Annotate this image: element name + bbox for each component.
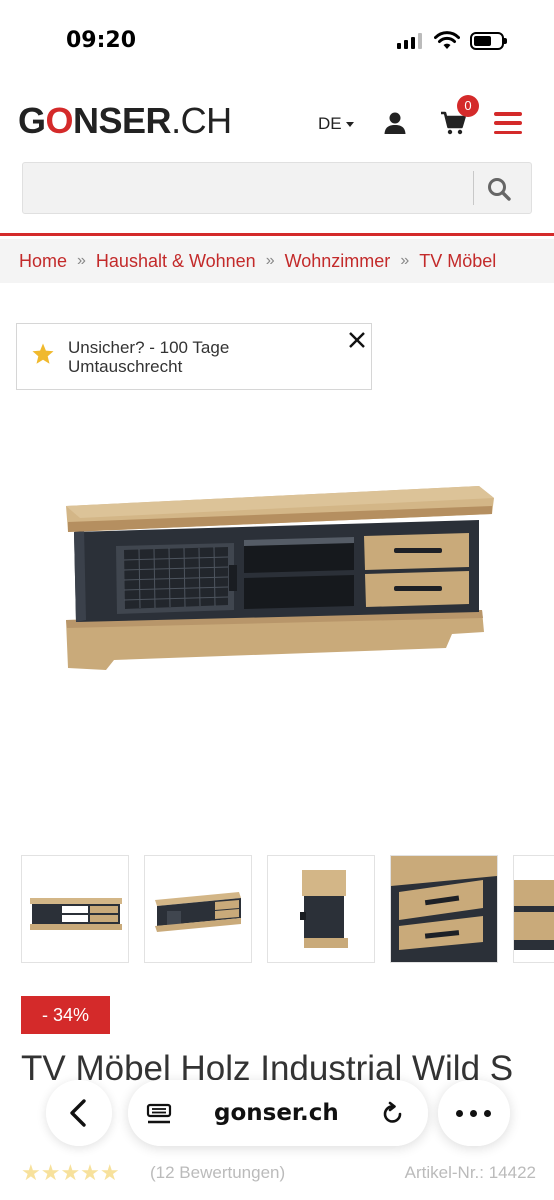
thumbnail-5[interactable] <box>513 855 554 963</box>
back-button[interactable] <box>46 1080 112 1146</box>
breadcrumb-separator: » <box>265 252 275 269</box>
article-number: Artikel-Nr.: 14422 <box>404 1163 536 1182</box>
thumbnail-2[interactable] <box>144 855 252 963</box>
breadcrumb-item-tv-moebel[interactable]: TV Möbel <box>419 251 496 272</box>
breadcrumb-item-wohnzimmer[interactable]: Wohnzimmer <box>285 251 391 272</box>
address-bar[interactable]: gonser.ch <box>128 1080 428 1146</box>
reload-icon[interactable] <box>380 1101 406 1127</box>
chevron-left-icon <box>70 1099 86 1127</box>
close-icon[interactable] <box>347 330 367 350</box>
site-header: GONSER.CH DE 0 <box>0 84 554 236</box>
logo-o: O <box>45 100 74 141</box>
search-divider <box>473 171 474 205</box>
caret-down-icon <box>345 121 354 127</box>
thumbnail-strip <box>21 855 554 963</box>
breadcrumb: Home » Haushalt & Wohnen » Wohnzimmer » … <box>0 239 554 283</box>
more-options-button[interactable] <box>438 1080 510 1146</box>
return-policy-notice: Unsicher? - 100 Tage Umtauschrecht <box>16 323 372 390</box>
site-logo[interactable]: GONSER.CH <box>18 100 232 142</box>
logo-tld: .CH <box>171 100 232 141</box>
user-icon[interactable] <box>383 111 407 135</box>
battery-icon <box>470 32 507 50</box>
search-input[interactable] <box>23 163 473 213</box>
url-text: gonser.ch <box>214 1100 339 1126</box>
language-label: DE <box>318 114 342 133</box>
logo-brand: NSER <box>73 100 172 141</box>
cart-count-badge: 0 <box>457 95 479 117</box>
thumbnail-3[interactable] <box>267 855 375 963</box>
browser-toolbar: gonser.ch <box>46 1080 510 1156</box>
status-bar: 09:20 <box>0 0 554 84</box>
rating-stars-icon[interactable]: ★★★★★ <box>21 1160 120 1186</box>
breadcrumb-item-haushalt[interactable]: Haushalt & Wohnen <box>96 251 256 272</box>
notice-text: Unsicher? - 100 Tage Umtauschrecht <box>68 338 230 376</box>
status-time: 09:20 <box>66 28 137 53</box>
thumbnail-1[interactable] <box>21 855 129 963</box>
language-selector[interactable]: DE <box>318 114 354 134</box>
search-bar <box>22 162 532 214</box>
signal-icon <box>397 33 422 49</box>
rating-row: ★★★★★ (12 Bewertungen) Artikel-Nr.: 1442… <box>21 1158 536 1188</box>
logo-letter: G <box>18 100 46 141</box>
breadcrumb-item-home[interactable]: Home <box>19 251 67 272</box>
breadcrumb-separator: » <box>400 252 410 269</box>
hamburger-menu-icon[interactable] <box>494 112 522 134</box>
star-icon <box>32 343 54 364</box>
breadcrumb-separator: » <box>77 252 86 269</box>
discount-badge: - 34% <box>21 996 110 1034</box>
reader-mode-icon[interactable] <box>146 1103 172 1125</box>
search-icon[interactable] <box>485 175 513 203</box>
wifi-icon <box>434 31 460 49</box>
reviews-link[interactable]: (12 Bewertungen) <box>150 1163 285 1183</box>
product-image[interactable] <box>54 470 504 680</box>
thumbnail-4[interactable] <box>390 855 498 963</box>
